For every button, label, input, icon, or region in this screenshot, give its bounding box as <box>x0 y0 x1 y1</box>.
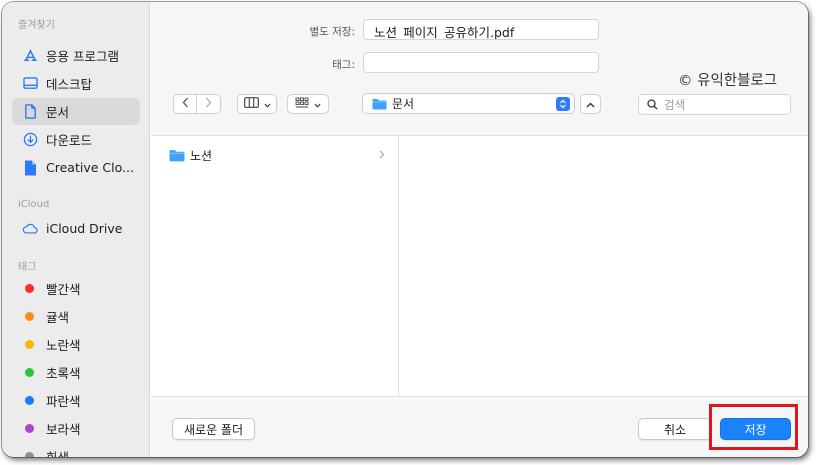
sidebar-item-label: 초록색 <box>46 366 81 381</box>
sidebar-tag-orange[interactable]: 귤색 <box>12 303 140 330</box>
sidebar-item-icloud-drive[interactable]: iCloud Drive <box>12 215 140 242</box>
tag-dot-icon <box>25 312 34 321</box>
sidebar-tag-yellow[interactable]: 노란색 <box>12 331 140 358</box>
download-icon <box>22 132 38 148</box>
applications-icon <box>22 48 38 64</box>
document-icon <box>22 104 38 120</box>
save-dialog: 즐겨찾기 응용 프로그램 데스크탑 문서 다운로드 Creative Clo..… <box>2 2 808 457</box>
chevron-left-icon <box>182 97 189 111</box>
icloud-header: iCloud <box>18 199 50 210</box>
chevron-right-icon <box>205 97 212 111</box>
sidebar-tag-blue[interactable]: 파란색 <box>12 387 140 414</box>
sidebar-item-label: 응용 프로그램 <box>46 49 119 64</box>
sidebar-item-label: iCloud Drive <box>46 221 123 236</box>
chevron-right-icon <box>379 149 385 162</box>
tags-header: 태그 <box>18 262 37 273</box>
sidebar-item-desktop[interactable]: 데스크탑 <box>12 70 140 97</box>
sidebar-tag-green[interactable]: 초록색 <box>12 359 140 386</box>
tag-dot-icon <box>25 284 34 293</box>
tag-dot-icon <box>25 396 34 405</box>
sidebar-item-label: 빨간색 <box>46 282 81 297</box>
tags-label: 태그: <box>332 59 355 71</box>
collapse-toggle-button[interactable] <box>580 94 601 114</box>
sidebar-item-label: 회색 <box>46 447 69 457</box>
sidebar-tag-purple[interactable]: 보라색 <box>12 415 140 442</box>
sidebar-item-label: 문서 <box>46 105 70 120</box>
highlight-annotation <box>709 404 798 450</box>
back-forward-control <box>173 94 221 114</box>
columns-view-icon <box>243 97 259 111</box>
main-panel: 별도 저장: 노션_페이지_공유하기.pdf 태그: © 유익한블로그 문서 검… <box>151 2 808 457</box>
grid-icon <box>295 97 309 112</box>
location-label: 문서 <box>392 97 415 111</box>
back-button[interactable] <box>174 95 198 113</box>
cancel-button[interactable]: 취소 <box>638 418 712 440</box>
cloud-icon <box>22 221 38 237</box>
tag-dot-icon <box>25 424 34 433</box>
sidebar-tag-gray[interactable]: 회색 <box>12 443 140 457</box>
forward-button[interactable] <box>197 95 220 113</box>
chevron-down-icon <box>264 98 271 111</box>
search-icon <box>647 99 658 110</box>
sidebar-item-applications[interactable]: 응용 프로그램 <box>12 42 140 69</box>
list-item-label: 노션 <box>190 148 213 163</box>
sidebar-item-label: 파란색 <box>46 394 81 409</box>
sidebar-item-creative-cloud[interactable]: Creative Clo... <box>12 154 140 181</box>
list-item[interactable]: 노션 <box>169 146 385 164</box>
folder-icon <box>169 149 185 162</box>
sidebar-tag-red[interactable]: 빨간색 <box>12 275 140 302</box>
save-as-label: 별도 저장: <box>309 26 355 38</box>
tag-dot-icon <box>25 340 34 349</box>
sidebar-item-label: 다운로드 <box>46 133 93 148</box>
view-mode-button[interactable] <box>237 94 277 114</box>
location-select[interactable]: 문서 <box>362 93 575 114</box>
search-placeholder: 검색 <box>664 97 686 112</box>
filename-field[interactable]: 노션_페이지_공유하기.pdf <box>363 19 599 40</box>
search-field[interactable]: 검색 <box>638 94 791 115</box>
sidebar: 즐겨찾기 응용 프로그램 데스크탑 문서 다운로드 Creative Clo..… <box>2 2 150 457</box>
chevron-down-icon <box>314 98 321 111</box>
sidebar-item-label: Creative Clo... <box>46 160 134 175</box>
favorites-header: 즐겨찾기 <box>18 20 55 31</box>
watermark: © 유익한블로그 <box>678 73 778 89</box>
sidebar-item-label: 노란색 <box>46 338 81 353</box>
tag-dot-icon <box>25 452 34 457</box>
folder-icon <box>372 98 387 110</box>
sidebar-item-label: 보라색 <box>46 422 81 437</box>
sidebar-item-documents[interactable]: 문서 <box>12 98 140 125</box>
file-browser: 노션 <box>151 135 808 397</box>
sidebar-item-downloads[interactable]: 다운로드 <box>12 126 140 153</box>
sidebar-item-label: 귤색 <box>46 310 70 325</box>
browser-column: 노션 <box>151 136 399 396</box>
desktop-icon <box>22 76 38 92</box>
sidebar-item-label: 데스크탑 <box>46 77 93 92</box>
group-button[interactable] <box>287 94 329 114</box>
tag-dot-icon <box>25 368 34 377</box>
new-folder-button[interactable]: 새로운 폴더 <box>172 418 255 440</box>
up-down-chevron-icon <box>556 97 570 111</box>
chevron-up-icon <box>586 98 595 111</box>
file-icon <box>22 160 38 176</box>
tags-field[interactable] <box>363 52 599 73</box>
